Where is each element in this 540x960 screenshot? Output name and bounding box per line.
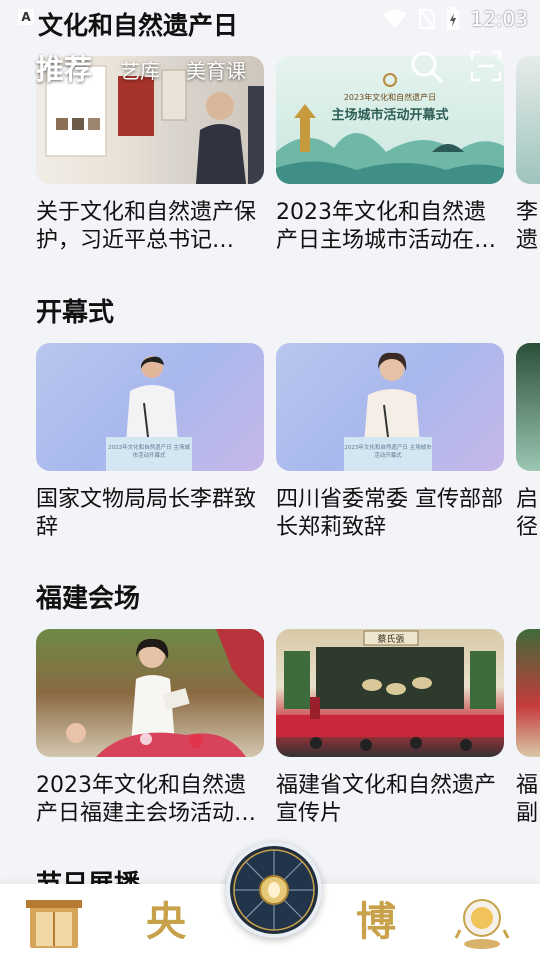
compass-icon: [233, 849, 315, 931]
status-icons: 12:03: [382, 6, 528, 32]
video-caption-partial: 启径: [516, 487, 539, 540]
video-thumbnail-partial[interactable]: [516, 343, 540, 471]
video-card[interactable]: 2023年文化和自然遗产日 主场城市活动开幕式 国家文物局局长李群致辞: [36, 343, 264, 542]
battery-charging-icon: [447, 7, 460, 30]
podium-text: 2023年文化和自然遗产日 主场城市活动开幕式: [344, 445, 432, 459]
video-thumbnail-partial[interactable]: [516, 629, 540, 757]
video-thumbnail: 蔡氏張: [276, 629, 504, 757]
top-nav: 推荐 艺库 美育课: [0, 40, 540, 96]
status-bar: A 文化和自然遗产日 12:03: [0, 0, 540, 40]
video-card[interactable]: 蔡氏張 福建省文化和自然遗产宣传片: [276, 629, 504, 828]
search-icon[interactable]: [410, 50, 444, 84]
section-title: 福建会场: [36, 584, 141, 614]
astronaut-icon[interactable]: [452, 894, 512, 950]
section-title: 开幕式: [36, 298, 115, 328]
scan-icon[interactable]: [470, 50, 502, 82]
thumbnail-art: [276, 630, 504, 751]
video-caption: 2023年文化和自然遗产日福建主会场活动…: [36, 773, 257, 826]
yang-icon[interactable]: 央: [136, 894, 196, 950]
wifi-icon: [383, 10, 408, 28]
podium-text: 2023年文化和自然遗产日 主场城市活动开幕式: [108, 445, 190, 459]
video-thumbnail: [36, 629, 264, 757]
gate-icon[interactable]: [24, 894, 84, 950]
video-thumbnail: 2023年文化和自然遗产日 主场城市活动开幕式: [276, 343, 504, 471]
bo-icon[interactable]: 博: [346, 894, 406, 950]
video-caption: 四川省委常委 宣传部部长郑莉致辞: [276, 487, 503, 540]
video-caption: 福建省文化和自然遗产宣传片: [276, 773, 497, 826]
poster-text-line2: 主场城市活动开幕式: [331, 108, 449, 123]
no-sim-icon: [418, 8, 437, 30]
tab-aesthetic-course[interactable]: 美育课: [186, 55, 246, 84]
video-card[interactable]: 2023年文化和自然遗产日 主场城市活动开幕式 四川省委常委 宣传部部长郑莉致辞: [276, 343, 504, 542]
video-thumbnail: 2023年文化和自然遗产日 主场城市活动开幕式: [36, 343, 264, 471]
video-card[interactable]: 2023年文化和自然遗产日福建主会场活动…: [36, 629, 264, 828]
video-caption: 2023年文化和自然遗产日主场城市活动在…: [276, 200, 497, 253]
compass-button[interactable]: [226, 842, 322, 938]
tab-recommend[interactable]: 推荐: [36, 48, 92, 88]
tab-art-library[interactable]: 艺库: [120, 55, 160, 84]
thumbnail-art: [66, 629, 264, 757]
app-notification-icon: A: [18, 9, 34, 25]
sign-text: 蔡氏張: [377, 635, 405, 645]
video-caption: 国家文物局局长李群致辞: [36, 487, 257, 540]
video-caption: 关于文化和自然遗产保护，习近平总书记…: [36, 200, 257, 253]
page-title: 文化和自然遗产日: [38, 11, 239, 40]
clock: 12:03: [470, 7, 528, 31]
video-caption-partial: 李遗: [516, 200, 539, 253]
video-caption-partial: 福副: [516, 773, 539, 826]
